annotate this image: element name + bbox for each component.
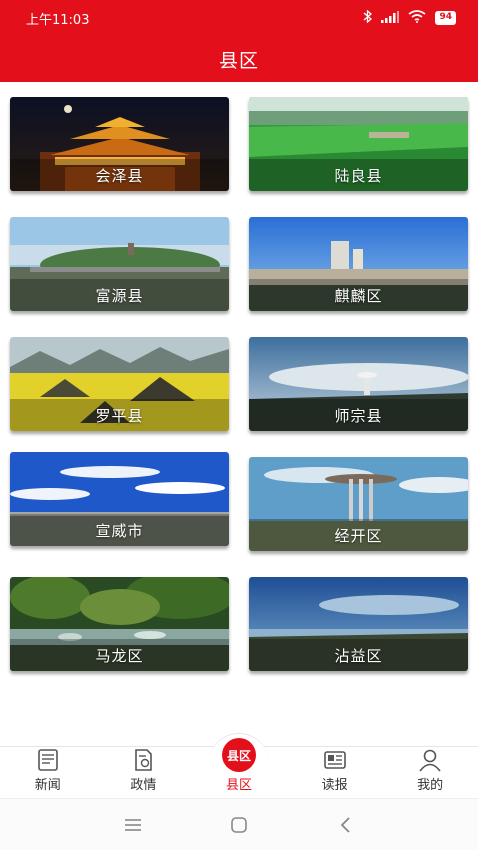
card-label-band: 麒麟区 (249, 279, 468, 311)
newspaper-icon (37, 749, 58, 771)
wifi-icon (408, 10, 426, 26)
home-icon (231, 816, 247, 833)
document-icon (135, 749, 153, 771)
bottom-tab-bar: 新闻 政情 县区 县区 读报 我的 (0, 733, 478, 798)
tab-politics[interactable]: 政情 (96, 747, 192, 798)
county-card-xuanwei[interactable]: 宣威市 (10, 452, 229, 546)
page-title: 县区 (218, 49, 259, 72)
tab-label: 县区 (225, 778, 252, 793)
bluetooth-icon (363, 9, 373, 26)
county-name: 师宗县 (334, 406, 383, 425)
county-name: 罗平县 (95, 406, 144, 425)
back-icon (340, 816, 350, 833)
tab-news[interactable]: 新闻 (0, 747, 96, 798)
title-bar: 县区 (0, 36, 478, 82)
county-card-zhanyi[interactable]: 沾益区 (249, 577, 468, 671)
county-card-luliang[interactable]: 陆良县 (249, 97, 468, 191)
county-name: 沾益区 (334, 646, 383, 665)
system-nav-bar (0, 798, 478, 850)
menu-nav-button[interactable] (113, 810, 153, 840)
tab-reader[interactable]: 读报 (287, 747, 383, 798)
status-bar: 上午11:03 94 (0, 0, 478, 36)
back-nav-button[interactable] (325, 810, 365, 840)
tab-county[interactable]: 县区 县区 (191, 733, 287, 798)
tab-label: 新闻 (34, 778, 61, 793)
card-label-band: 马龙区 (10, 639, 229, 671)
tab-label: 我的 (417, 778, 444, 793)
county-logo-icon: 县区 (221, 738, 256, 772)
county-name: 富源县 (95, 286, 144, 305)
card-label-band: 会泽县 (10, 159, 229, 191)
menu-icon (125, 818, 141, 831)
county-name: 马龙区 (95, 646, 144, 665)
card-label-band: 罗平县 (10, 399, 229, 431)
county-card-qilin[interactable]: 麒麟区 (249, 217, 468, 311)
county-card-huize[interactable]: 会泽县 (10, 97, 229, 191)
status-time: 上午11:03 (26, 12, 90, 28)
tab-label: 政情 (130, 778, 157, 793)
county-card-luoping[interactable]: 罗平县 (10, 337, 229, 431)
county-name: 会泽县 (95, 166, 144, 185)
county-name: 宣威市 (95, 521, 144, 540)
card-label-band: 陆良县 (249, 159, 468, 191)
card-label-band: 师宗县 (249, 399, 468, 431)
tab-mine[interactable]: 我的 (382, 747, 478, 798)
tab-label: 读报 (321, 778, 348, 793)
county-card-malong[interactable]: 马龙区 (10, 577, 229, 671)
county-name: 经开区 (334, 526, 383, 545)
county-name: 麒麟区 (334, 286, 383, 305)
person-icon (419, 749, 441, 772)
battery-icon: 94 (435, 11, 456, 25)
signal-icon (381, 10, 400, 26)
card-label-band: 经开区 (249, 519, 468, 551)
county-name: 陆良县 (334, 166, 383, 185)
card-label-band: 沾益区 (249, 639, 468, 671)
card-label-band: 富源县 (10, 279, 229, 311)
card-label-band: 宣威市 (10, 514, 229, 546)
county-card-shizong[interactable]: 师宗县 (249, 337, 468, 431)
reader-icon (323, 751, 346, 769)
home-nav-button[interactable] (219, 810, 259, 840)
county-card-jingkai[interactable]: 经开区 (249, 457, 468, 551)
status-icons: 94 (363, 9, 456, 26)
county-card-fuyuan[interactable]: 富源县 (10, 217, 229, 311)
